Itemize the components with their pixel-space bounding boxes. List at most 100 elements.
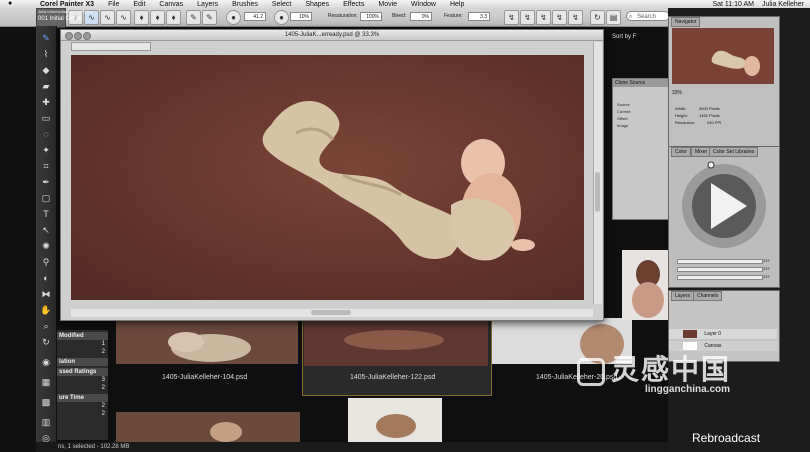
stroke-type-icon[interactable]: ∿ (100, 10, 115, 25)
blue-slider[interactable] (677, 275, 763, 280)
menu-help[interactable]: Help (443, 1, 471, 8)
mirror-icon[interactable]: ⧓ (39, 288, 53, 300)
library-row[interactable]: 2 (56, 384, 108, 392)
brush-category[interactable]: Julia intermediate with Weather (38, 9, 94, 14)
sort-label[interactable]: Sort by F (612, 34, 636, 40)
document-titlebar[interactable]: 1405-JuliaK...erready.psd @ 33.3% (61, 30, 603, 41)
grabber-hand-icon[interactable]: ✋ (39, 304, 53, 316)
pattern-icon[interactable]: ▩ (39, 396, 53, 408)
apple-icon[interactable]: ● (8, 0, 12, 7)
app-menu[interactable]: Corel Painter X3 (0, 1, 101, 8)
minimize-button[interactable] (74, 32, 82, 40)
green-value[interactable]: 237 (763, 266, 770, 271)
crop-icon[interactable]: ⌗ (39, 160, 53, 172)
menu-shapes[interactable]: Shapes (298, 1, 336, 8)
magnifier-icon[interactable]: ⌕ (39, 320, 53, 332)
tab-color[interactable]: Color (671, 147, 691, 157)
red-slider[interactable] (677, 259, 763, 264)
bleed-field[interactable]: 0% (410, 12, 432, 21)
library-header[interactable]: ure Time (56, 394, 108, 402)
red-value[interactable]: 237 (763, 258, 770, 263)
dropper-icon[interactable]: ⌇ (39, 48, 53, 60)
canvas[interactable] (71, 55, 584, 300)
menu-layers[interactable]: Layers (190, 1, 225, 8)
menu-canvas[interactable]: Canvas (152, 1, 190, 8)
paint-bucket-icon[interactable]: ◆ (39, 64, 53, 76)
clone-option-icon[interactable]: ♦ (150, 10, 165, 25)
lasso-icon[interactable]: ◌ (39, 128, 53, 140)
library-row[interactable]: 2 (56, 348, 108, 356)
navigator-thumbnail[interactable] (672, 28, 774, 84)
menu-movie[interactable]: Movie (371, 1, 404, 8)
rect-select-icon[interactable]: ▭ (39, 112, 53, 124)
resaturation-field[interactable]: 100% (360, 12, 382, 21)
vertical-scroll-thumb[interactable] (595, 172, 600, 212)
dodge-icon[interactable]: ◐ (39, 272, 53, 284)
library-header[interactable]: ssed Ratings (56, 368, 108, 376)
clone-option-icon[interactable]: ♦ (166, 10, 181, 25)
tab-channels[interactable]: Channels (693, 291, 723, 301)
feature-field[interactable]: 3.3 (468, 12, 490, 21)
stroke-option-icon[interactable]: ✎ (202, 10, 217, 25)
library-row[interactable]: 1 (56, 340, 108, 348)
library-header[interactable]: lation (56, 358, 108, 366)
cloner-icon[interactable]: ✺ (39, 240, 53, 252)
stroke-type-icon[interactable]: ∿ (116, 10, 131, 25)
menu-brushes[interactable]: Brushes (225, 1, 265, 8)
dab-icon[interactable]: ↯ (520, 10, 535, 25)
size-field[interactable]: 41.2 (244, 12, 266, 21)
vertical-scrollbar[interactable] (593, 42, 602, 304)
size-dot-icon[interactable]: ● (226, 10, 241, 25)
thumbnail-row2-a[interactable] (116, 412, 300, 442)
library-row[interactable]: 2 (56, 402, 108, 410)
thumbnail-row2-b[interactable] (348, 398, 442, 442)
clone-option-image[interactable]: Image (613, 122, 669, 129)
shape-icon[interactable]: ▢ (39, 192, 53, 204)
library-row[interactable]: 3 (56, 376, 108, 384)
library-row[interactable]: 2 (56, 410, 108, 418)
shape-select-icon[interactable]: ↖ (39, 224, 53, 236)
close-button[interactable] (65, 32, 73, 40)
paper-icon[interactable]: ▦ (39, 376, 53, 388)
menu-edit[interactable]: Edit (126, 1, 152, 8)
tab-navigator[interactable]: Navigator (671, 17, 701, 27)
eraser-icon[interactable]: ▰ (39, 80, 53, 92)
zoom-button[interactable] (83, 32, 91, 40)
layer-row[interactable]: Layer 0 (669, 329, 777, 339)
green-slider[interactable] (677, 267, 763, 272)
blue-value[interactable]: 237 (763, 274, 770, 279)
menu-window[interactable]: Window (404, 1, 443, 8)
menu-file[interactable]: File (101, 1, 126, 8)
text-tool-icon[interactable]: T (39, 208, 53, 220)
layer-adjuster-icon[interactable]: ✚ (39, 96, 53, 108)
clone-option-icon[interactable]: ♦ (134, 10, 149, 25)
dab-icon[interactable]: ↯ (568, 10, 583, 25)
menubar-clock[interactable]: Sat 11:10 AM (712, 1, 754, 8)
horizontal-scrollbar[interactable] (71, 309, 593, 317)
thumbnail-mother[interactable] (622, 250, 668, 320)
tab-layers[interactable]: Layers (671, 291, 695, 301)
dab-icon[interactable]: ↯ (536, 10, 551, 25)
reset-icon[interactable]: ↻ (590, 10, 605, 25)
library-header[interactable]: Modified (56, 332, 108, 340)
brush-tool-icon[interactable]: ✎ (39, 32, 53, 44)
brush-variant[interactable]: 001 Initial Clone (38, 16, 81, 22)
dab-icon[interactable]: ↯ (504, 10, 519, 25)
clone-option-current[interactable]: Current (613, 108, 669, 115)
opacity-field[interactable]: 10% (290, 12, 312, 21)
opacity-dot-icon[interactable]: ● (274, 10, 289, 25)
dab-icon[interactable]: ↯ (552, 10, 567, 25)
thumbnail-122[interactable] (304, 320, 488, 366)
thumbnail-104[interactable] (116, 318, 298, 364)
pen-icon[interactable]: ✒ (39, 176, 53, 188)
horizontal-scroll-thumb[interactable] (311, 310, 351, 315)
search-input[interactable]: ⌕ Search (626, 11, 670, 21)
menu-effects[interactable]: Effects (336, 1, 371, 8)
rubber-stamp-icon[interactable]: ⚲ (39, 256, 53, 268)
rotate-page-icon[interactable]: ↻ (39, 336, 53, 348)
tab-color-set-libraries[interactable]: Color Set Libraries (709, 147, 759, 157)
stroke-option-icon[interactable]: ✎ (186, 10, 201, 25)
menubar-user[interactable]: Julia Kelleher (762, 1, 804, 8)
gradient-icon[interactable]: ▥ (39, 416, 53, 428)
color-wheel[interactable] (677, 159, 771, 253)
